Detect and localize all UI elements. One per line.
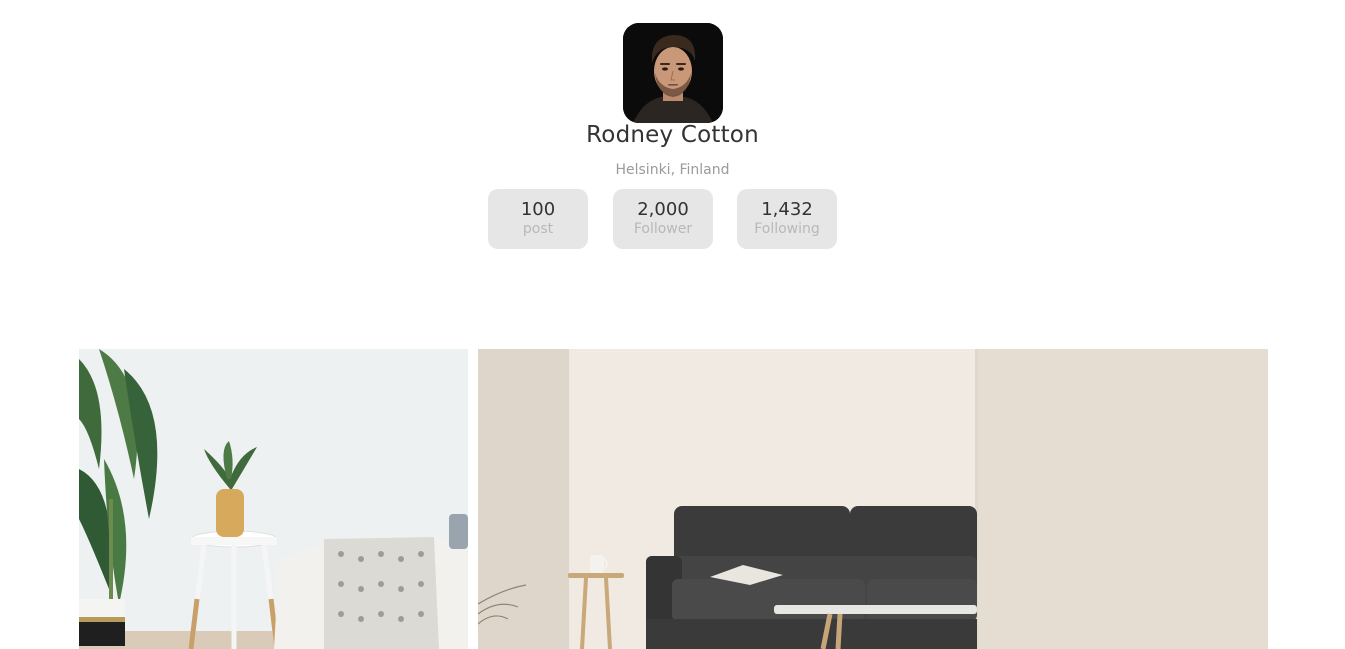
profile-page: Rodney Cotton Helsinki, Finland 100 post…: [0, 0, 1345, 649]
gallery-photo[interactable]: [478, 349, 1268, 649]
stat-value: 2,000: [637, 199, 689, 220]
stat-label: Follower: [633, 221, 693, 237]
stat-following[interactable]: 1,432 Following: [737, 189, 837, 249]
avatar[interactable]: [623, 23, 723, 123]
profile-name: Rodney Cotton: [586, 122, 759, 148]
stat-label: post: [522, 221, 554, 237]
stat-value: 100: [520, 199, 556, 220]
profile-location: Helsinki, Finland: [615, 162, 730, 178]
stat-posts[interactable]: 100 post: [488, 189, 588, 249]
stat-label: Following: [754, 221, 820, 237]
stat-value: 1,432: [761, 199, 813, 220]
gallery-photo[interactable]: [79, 349, 468, 649]
stat-followers[interactable]: 2,000 Follower: [613, 189, 713, 249]
